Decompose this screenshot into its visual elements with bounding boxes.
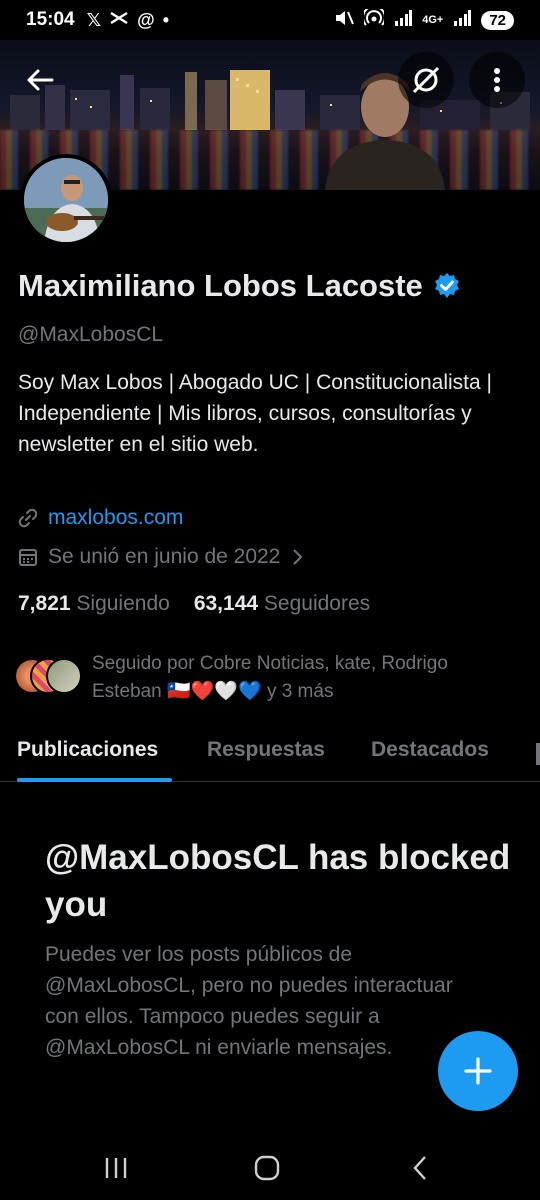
followed-by-row[interactable]: Seguido por Cobre Noticias, kate, Rodrig… xyxy=(14,650,512,706)
dot-icon: • xyxy=(162,9,169,30)
capcut-icon xyxy=(109,10,129,31)
grok-button[interactable] xyxy=(398,52,454,108)
link-icon xyxy=(18,508,38,528)
tab-respuestas[interactable]: Respuestas xyxy=(207,738,325,762)
followers-label: Seguidores xyxy=(263,592,371,615)
followed-by-text: Seguido por Cobre Noticias, kate, Rodrig… xyxy=(92,653,448,674)
profile-handle: @MaxLobosCL xyxy=(18,323,164,346)
joined-date: Se unió en junio de 2022 xyxy=(48,545,281,568)
mini-avatar xyxy=(46,658,82,694)
avatar-image xyxy=(24,158,108,242)
recent-apps-button[interactable] xyxy=(96,1153,136,1183)
chevron-left-icon xyxy=(413,1156,426,1180)
active-tab-indicator xyxy=(17,778,172,782)
following-stat[interactable]: 7,821 Siguiendo xyxy=(18,592,170,616)
x-icon: 𝕏 xyxy=(86,9,102,30)
back-button[interactable] xyxy=(12,52,68,108)
status-time: 15:04 xyxy=(26,9,75,30)
grok-icon xyxy=(412,66,440,94)
calendar-icon xyxy=(19,549,37,566)
tab-publicaciones[interactable]: Publicaciones xyxy=(17,738,158,762)
joined-date-row[interactable]: Se unió en junio de 2022 xyxy=(18,545,304,569)
arrow-left-icon xyxy=(27,69,54,91)
website-link[interactable]: maxlobos.com xyxy=(48,506,183,530)
profile-avatar[interactable] xyxy=(20,154,112,246)
battery-indicator: 72 xyxy=(481,10,514,30)
profile-tabs: Publicaciones Respuestas Destacados xyxy=(0,722,540,782)
verified-badge-icon[interactable] xyxy=(433,272,461,300)
hotspot-icon xyxy=(362,5,387,31)
back-nav-button[interactable] xyxy=(400,1153,440,1183)
signal-icon xyxy=(394,10,413,30)
profile-name: Maximiliano Lobos Lacoste xyxy=(18,268,423,303)
city-skyline-image xyxy=(10,70,530,130)
system-navigation-bar xyxy=(0,1135,540,1200)
following-label: Siguiendo xyxy=(76,592,170,615)
plus-icon xyxy=(464,1057,492,1085)
more-options-button[interactable] xyxy=(469,52,525,108)
home-button[interactable] xyxy=(247,1153,287,1183)
signal-icon-2 xyxy=(453,10,472,30)
more-vertical-icon xyxy=(494,68,500,92)
home-icon xyxy=(254,1155,280,1181)
following-count: 7,821 xyxy=(18,592,71,615)
threads-icon: @ xyxy=(137,9,155,30)
status-bar: 15:04 𝕏 @ • 4G+ 72 xyxy=(0,0,540,40)
network-type: 4G+ xyxy=(422,14,444,26)
followers-count: 63,144 xyxy=(193,592,259,615)
blocked-title: @MaxLobosCL has blocked you xyxy=(45,838,511,924)
mute-icon xyxy=(334,9,355,31)
tab-destacados[interactable]: Destacados xyxy=(371,738,489,762)
profile-bio: Soy Max Lobos | Abogado UC | Constitucio… xyxy=(18,371,492,456)
followed-by-emojis: 🇨🇱❤️🤍💙 xyxy=(167,681,262,702)
followers-you-know-avatars xyxy=(14,658,82,698)
followed-by-name: Esteban xyxy=(92,681,162,702)
followed-by-more: y 3 más xyxy=(266,681,334,702)
chevron-right-icon xyxy=(293,549,303,565)
followers-stat[interactable]: 63,144 Seguidores xyxy=(194,592,370,616)
recent-apps-icon xyxy=(105,1158,127,1178)
compose-post-button[interactable] xyxy=(438,1031,518,1111)
blocked-description: Puedes ver los posts públicos de @MaxLob… xyxy=(45,943,453,1059)
tab-next-partial[interactable] xyxy=(536,743,540,765)
